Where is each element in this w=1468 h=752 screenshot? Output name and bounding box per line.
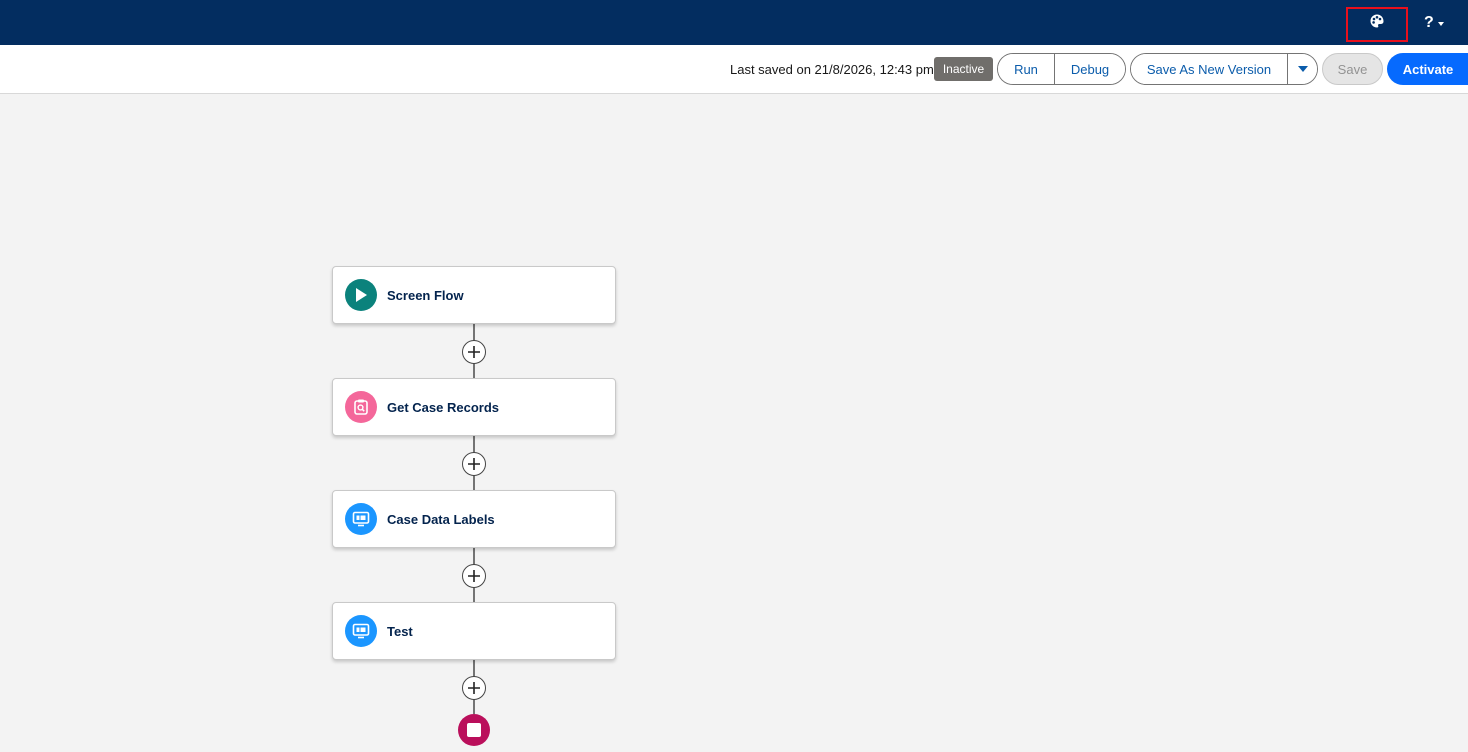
run-button[interactable]: Run: [998, 54, 1054, 84]
flow-node-get-case-records[interactable]: Get Case Records: [332, 378, 616, 436]
add-element-button[interactable]: [462, 452, 486, 476]
help-menu-button[interactable]: ?: [1424, 10, 1444, 36]
plus-icon: [468, 458, 480, 470]
add-element-button[interactable]: [462, 676, 486, 700]
screen-icon: [345, 503, 377, 535]
node-label: Case Data Labels: [387, 511, 495, 527]
caret-down-icon: [1297, 66, 1308, 72]
flow-node-start[interactable]: Screen Flow: [332, 266, 616, 324]
flow-end-node[interactable]: [458, 714, 490, 746]
flow-node-test[interactable]: Test: [332, 602, 616, 660]
last-saved-text: Last saved on 21/8/2026, 12:43 pm: [730, 62, 934, 77]
screen-icon: [345, 615, 377, 647]
save-as-new-version-button[interactable]: Save As New Version: [1131, 54, 1287, 84]
play-icon: [345, 279, 377, 311]
save-options-dropdown-button[interactable]: [1287, 54, 1317, 84]
palette-icon: [1370, 14, 1384, 27]
record-lookup-icon: [345, 391, 377, 423]
run-debug-button-group: Run Debug: [997, 53, 1126, 85]
plus-icon: [468, 682, 480, 694]
flow-node-case-data-labels[interactable]: Case Data Labels: [332, 490, 616, 548]
chevron-down-icon: [1437, 22, 1444, 26]
add-element-button[interactable]: [462, 564, 486, 588]
flow-canvas[interactable]: Screen Flow Get Case Records Case Data L…: [0, 94, 1468, 752]
flow-toolbar: Last saved on 21/8/2026, 12:43 pm Inacti…: [0, 45, 1468, 94]
global-header: ?: [0, 0, 1468, 45]
help-icon: ?: [1424, 14, 1434, 31]
activate-button[interactable]: Activate: [1387, 53, 1468, 85]
node-label: Get Case Records: [387, 399, 499, 415]
node-label: Screen Flow: [387, 287, 464, 303]
add-element-button[interactable]: [462, 340, 486, 364]
plus-icon: [468, 346, 480, 358]
save-button[interactable]: Save: [1322, 53, 1383, 85]
stop-icon: [467, 723, 481, 737]
node-label: Test: [387, 623, 413, 639]
plus-icon: [468, 570, 480, 582]
status-badge: Inactive: [934, 57, 993, 81]
debug-button[interactable]: Debug: [1054, 54, 1125, 84]
save-as-button-group: Save As New Version: [1130, 53, 1318, 85]
palette-button[interactable]: [1346, 7, 1408, 42]
